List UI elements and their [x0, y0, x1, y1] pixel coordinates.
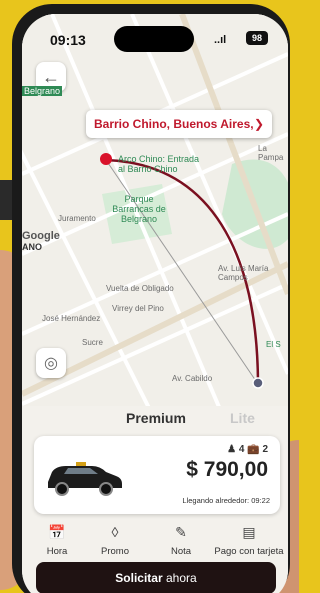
request-ride-button[interactable]: Solicitar ahora	[36, 562, 276, 593]
taxi-car-icon	[48, 462, 122, 496]
action-pago[interactable]: ▤ Pago con tarjeta	[210, 524, 288, 557]
bottom-sheet: Premium Lite ♟ 4 💼 2 $ 790,00 Llegando a…	[22, 406, 288, 593]
request-label-bold: Solicitar	[115, 571, 163, 585]
map-label-el: El S	[266, 340, 281, 349]
action-nota[interactable]: ✎ Nota	[146, 524, 216, 557]
action-pago-label: Pago con tarjeta	[214, 546, 284, 557]
action-hora-label: Hora	[46, 546, 68, 557]
phone-screen: 09:13 ..ıl 98 ← Barrio Chino, Buenos Air…	[22, 14, 288, 593]
battery-icon: 98	[246, 31, 268, 45]
ride-price: $ 790,00	[186, 458, 268, 481]
dynamic-island	[114, 26, 194, 52]
capacity-people: 4	[238, 444, 245, 455]
card-icon: ▤	[242, 524, 256, 540]
action-promo-label: Promo	[101, 546, 129, 557]
arrival-estimate: Llegando alrededor: 09:22	[182, 496, 270, 505]
note-icon: ✎	[175, 524, 187, 540]
tier-tabs: Premium Lite	[22, 408, 288, 430]
map-label-sucre: Sucre	[82, 338, 103, 347]
destination-pill[interactable]: Barrio Chino, Buenos Aires,... ❯	[86, 110, 272, 138]
map-label-cabildo: Av. Cabildo	[172, 374, 213, 383]
arrow-left-icon: ←	[42, 66, 60, 87]
destination-label: Barrio Chino, Buenos Aires,...	[94, 117, 254, 131]
tab-lite[interactable]: Lite	[230, 410, 255, 426]
capacity-info: ♟ 4 💼 2	[227, 444, 268, 455]
map-label-vuelta: Vuelta de Obligado	[106, 284, 174, 293]
map-label-belgrano: Belgrano	[22, 86, 63, 96]
google-logo: Google	[22, 230, 60, 242]
status-bar: 09:13 ..ıl 98	[22, 14, 288, 58]
tab-premium[interactable]: Premium	[126, 410, 186, 426]
map-label-luis: Av. Luis María Campos	[218, 264, 269, 282]
map-label-pampa: La Pampa	[258, 144, 284, 162]
capacity-bags: 2	[262, 444, 268, 455]
map-label-arco: Arco Chino: Entrada al Barrio Chino	[118, 154, 200, 174]
map-label-virrey: Virrey del Pino	[112, 304, 164, 313]
crosshair-icon: ◎	[44, 355, 58, 372]
tag-icon: ◊	[111, 524, 119, 540]
request-label-rest: ahora	[162, 571, 197, 585]
map-view[interactable]: 09:13 ..ıl 98 ← Barrio Chino, Buenos Air…	[22, 14, 288, 414]
map-label-jose: José Hernández	[42, 314, 101, 323]
action-promo[interactable]: ◊ Promo	[80, 524, 150, 557]
action-nota-label: Nota	[170, 546, 192, 557]
ride-option-card[interactable]: ♟ 4 💼 2 $ 790,00 Llegando alrededor: 09:…	[34, 436, 280, 514]
ride-actions: 📅 Hora ◊ Promo ✎ Nota ▤ Pago con tarjeta	[22, 524, 288, 566]
status-time: 09:13	[50, 32, 86, 48]
map-label-juramento: Juramento	[58, 214, 96, 223]
signal-icon: ..ıl	[214, 34, 227, 46]
locate-me-button[interactable]: ◎	[36, 348, 66, 378]
map-label-ano: ANO	[22, 242, 42, 252]
chevron-right-icon: ❯	[253, 117, 264, 131]
map-label-parque: Parque Barrancas de Belgrano	[112, 194, 166, 224]
